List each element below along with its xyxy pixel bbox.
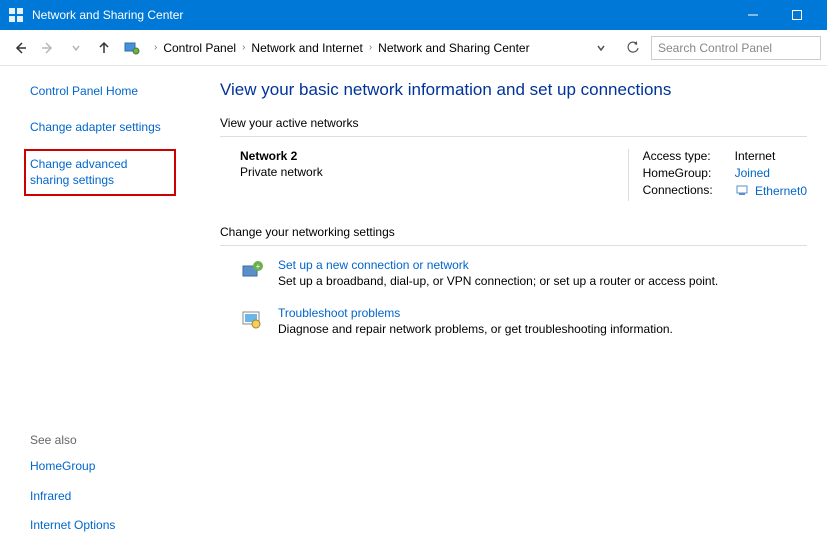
- setup-connection-link[interactable]: Set up a new connection or network: [278, 258, 718, 272]
- homegroup-label: HomeGroup:: [643, 166, 735, 180]
- minimize-button[interactable]: [731, 0, 775, 30]
- titlebar: Network and Sharing Center: [0, 0, 827, 30]
- search-placeholder: Search Control Panel: [658, 41, 772, 55]
- navbar: › Control Panel › Network and Internet ›…: [0, 30, 827, 66]
- see-also-infrared-link[interactable]: Infrared: [30, 489, 196, 505]
- change-advanced-sharing-link[interactable]: Change advanced sharing settings: [30, 157, 168, 188]
- connection-name: Ethernet0: [755, 184, 807, 198]
- chevron-right-icon: ›: [154, 42, 157, 53]
- chevron-right-icon: ›: [242, 42, 245, 53]
- network-name: Network 2: [240, 149, 628, 163]
- forward-button[interactable]: [34, 34, 62, 62]
- app-icon: [8, 7, 24, 23]
- homegroup-link[interactable]: Joined: [735, 166, 770, 180]
- divider: [220, 245, 807, 246]
- change-adapter-settings-link[interactable]: Change adapter settings: [30, 120, 196, 136]
- search-input[interactable]: Search Control Panel: [651, 36, 821, 60]
- location-icon: [122, 38, 142, 58]
- breadcrumb-item[interactable]: Network and Internet: [251, 41, 362, 55]
- breadcrumb-dropdown-icon[interactable]: [587, 34, 615, 62]
- change-settings-label: Change your networking settings: [220, 225, 807, 239]
- setup-connection-icon: +: [240, 260, 264, 284]
- svg-text:+: +: [256, 262, 261, 271]
- troubleshoot-item: Troubleshoot problems Diagnose and repai…: [220, 306, 807, 336]
- see-also-label: See also: [30, 433, 196, 447]
- page-title: View your basic network information and …: [220, 80, 807, 100]
- troubleshoot-link[interactable]: Troubleshoot problems: [278, 306, 673, 320]
- access-type-value: Internet: [735, 149, 776, 163]
- recent-dropdown-icon[interactable]: [62, 34, 90, 62]
- active-networks-label: View your active networks: [220, 116, 807, 130]
- main-content: View your basic network information and …: [208, 66, 827, 560]
- up-button[interactable]: [90, 34, 118, 62]
- access-type-label: Access type:: [643, 149, 735, 163]
- see-also-internet-options-link[interactable]: Internet Options: [30, 518, 196, 534]
- active-network-row: Network 2 Private network Access type: I…: [220, 149, 807, 201]
- ethernet-icon: [735, 183, 749, 197]
- control-panel-home-link[interactable]: Control Panel Home: [30, 84, 196, 100]
- maximize-button[interactable]: [775, 0, 819, 30]
- back-button[interactable]: [6, 34, 34, 62]
- breadcrumb-item[interactable]: Control Panel: [163, 41, 236, 55]
- chevron-right-icon: ›: [369, 42, 372, 53]
- sidebar: Control Panel Home Change adapter settin…: [0, 66, 208, 560]
- window-title: Network and Sharing Center: [32, 8, 731, 22]
- connection-link[interactable]: Ethernet0: [735, 183, 807, 198]
- breadcrumb[interactable]: › Control Panel › Network and Internet ›…: [146, 41, 587, 55]
- breadcrumb-item[interactable]: Network and Sharing Center: [378, 41, 529, 55]
- network-type: Private network: [240, 165, 628, 179]
- refresh-button[interactable]: [621, 36, 645, 60]
- troubleshoot-desc: Diagnose and repair network problems, or…: [278, 322, 673, 336]
- see-also-homegroup-link[interactable]: HomeGroup: [30, 459, 196, 475]
- highlighted-link-box: Change advanced sharing settings: [24, 149, 176, 196]
- troubleshoot-icon: [240, 308, 264, 332]
- setup-connection-item: + Set up a new connection or network Set…: [220, 258, 807, 288]
- divider: [220, 136, 807, 137]
- connections-label: Connections:: [643, 183, 735, 198]
- setup-connection-desc: Set up a broadband, dial-up, or VPN conn…: [278, 274, 718, 288]
